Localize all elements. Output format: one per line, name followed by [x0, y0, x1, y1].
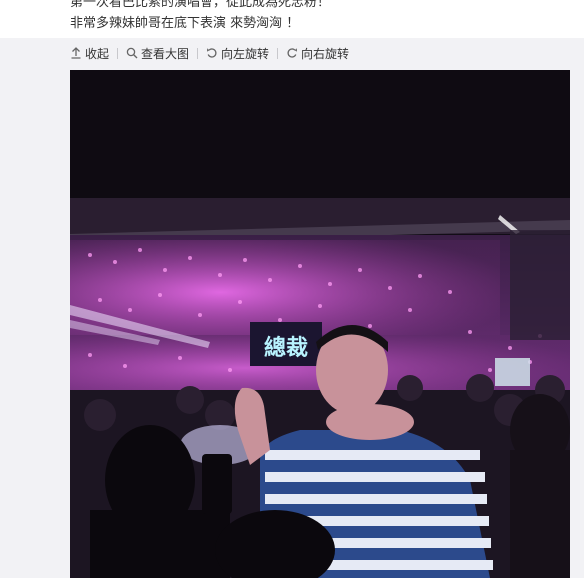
post-text: 第一次看巴比索的演唱會，從此成為死忠粉！ 非常多辣妹帥哥在底下表演 來勢洶洶 ！	[70, 0, 570, 34]
media-panel: 收起 查看大图 向左旋转 向右旋转 總裁	[0, 38, 584, 578]
rotate-left-button[interactable]: 向左旋转	[206, 45, 269, 62]
image-toolbar: 收起 查看大图 向左旋转 向右旋转	[70, 44, 349, 62]
rotate-left-icon	[207, 48, 217, 58]
cheer-sign-text: 總裁	[264, 335, 308, 361]
rotate-left-label: 向左旋转	[221, 46, 270, 61]
collapse-arrow-up-icon	[71, 47, 81, 59]
rotate-right-icon	[287, 48, 298, 58]
collapse-label: 收起	[85, 46, 110, 61]
toolbar-divider	[117, 47, 119, 59]
rotate-right-label: 向右旋转	[301, 46, 350, 61]
post-text-line-2: 非常多辣妹帥哥在底下表演 來勢洶洶 ！	[70, 16, 300, 31]
photo-illustration: 總裁	[70, 70, 570, 578]
view-large-label: 查看大图	[141, 46, 190, 61]
toolbar-divider	[197, 47, 199, 59]
rotate-right-button[interactable]: 向右旋转	[286, 45, 349, 62]
search-icon	[126, 47, 138, 59]
post-text-line-1: 第一次看巴比索的演唱會，從此成為死忠粉！	[70, 0, 331, 10]
collapse-button[interactable]: 收起	[70, 45, 109, 62]
concert-crowd-photo[interactable]: 總裁	[70, 70, 570, 578]
toolbar-divider	[277, 47, 279, 59]
view-large-button[interactable]: 查看大图	[126, 45, 189, 62]
